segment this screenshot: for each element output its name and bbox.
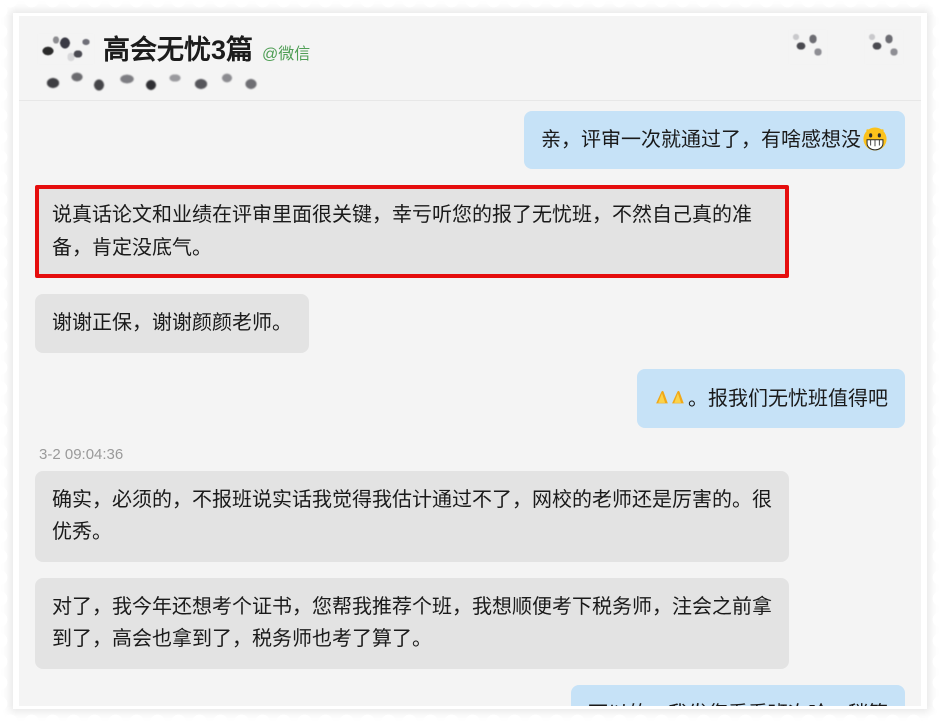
message-row: 对了，我今年还想考个证书，您帮我推荐个班，我想顺便考下税务师，注会之前拿到了，高… (35, 577, 905, 669)
message-row: 说真话论文和业绩在评审里面很关键，幸亏听您的报了无忧班，不然自己真的准备，肯定没… (35, 185, 905, 279)
blurred-icon-left[interactable] (789, 30, 827, 64)
message-list: 亲，评审一次就通过了，有啥感想没 说真话论文和业绩在评审里面很关键，幸亏听您的报… (19, 101, 921, 706)
message-timestamp: 3-2 09:04:36 (39, 445, 124, 463)
message-bubble-highlighted[interactable]: 说真话论文和业绩在评审里面很关键，幸亏听您的报了无忧班，不然自己真的准备，肯定没… (35, 185, 789, 279)
message-bubble-outgoing[interactable]: 可以的，我发您看看班次哈，稍等 (571, 684, 905, 706)
message-text: 亲，评审一次就通过了，有啥感想没 (541, 129, 861, 151)
message-bubble-outgoing[interactable]: 亲，评审一次就通过了，有啥感想没 (524, 111, 905, 170)
message-bubble-outgoing[interactable]: 。报我们无忧班值得吧 (637, 368, 905, 428)
stamp-edge-left (0, 0, 15, 722)
message-text: 对了，我今年还想考个证书，您帮我推荐个班，我想顺便考下税务师，注会之前拿到了，高… (52, 595, 772, 651)
message-text: 谢谢正保，谢谢颜颜老师。 (52, 312, 292, 335)
redacted-subtitle (41, 71, 271, 93)
blurred-icon-right[interactable] (865, 30, 903, 64)
stamp-edge-right (925, 0, 940, 722)
message-row: 。报我们无忧班值得吧 (35, 368, 905, 428)
folded-hands-emoji (654, 382, 688, 412)
stamp-frame: 高会无忧3篇 @微信 亲，评审一次就通过了，有啥感想没 说真话论文和业绩在评审里… (0, 0, 940, 722)
message-text: 。报我们无忧班值得吧 (688, 387, 888, 410)
chat-header: 高会无忧3篇 @微信 (19, 16, 921, 101)
stamp-edge-bottom (0, 707, 940, 722)
account-handle: @微信 (262, 46, 311, 63)
message-row: 谢谢正保，谢谢颜颜老师。 (35, 294, 905, 353)
page-title: 高会无忧3篇 (103, 35, 254, 65)
message-bubble-incoming[interactable]: 对了，我今年还想考个证书，您帮我推荐个班，我想顺便考下税务师，注会之前拿到了，高… (35, 577, 789, 669)
chat-card: 高会无忧3篇 @微信 亲，评审一次就通过了，有啥感想没 说真话论文和业绩在评审里… (19, 16, 921, 706)
message-text: 确实，必须的，不报班说实话我觉得我估计通过不了，网校的老师还是厉害的。很优秀。 (52, 488, 772, 544)
grinning-face-emoji (862, 126, 888, 152)
message-text: 可以的，我发您看看班次哈，稍等 (588, 703, 888, 706)
header-icon-group (789, 30, 903, 64)
message-row: 可以的，我发您看看班次哈，稍等 (35, 684, 905, 706)
redacted-sticker-icon (38, 34, 94, 64)
message-row: 确实，必须的，不报班说实话我觉得我估计通过不了，网校的老师还是厉害的。很优秀。 (35, 470, 905, 562)
title-row: 高会无忧3篇 @微信 (38, 28, 310, 67)
message-bubble-incoming[interactable]: 确实，必须的，不报班说实话我觉得我估计通过不了，网校的老师还是厉害的。很优秀。 (35, 470, 789, 562)
stamp-edge-top (0, 0, 940, 15)
message-bubble-incoming[interactable]: 谢谢正保，谢谢颜颜老师。 (35, 294, 309, 353)
message-text: 说真话论文和业绩在评审里面很关键，幸亏听您的报了无忧班，不然自己真的准备，肯定没… (52, 204, 752, 259)
message-row: 亲，评审一次就通过了，有啥感想没 (35, 111, 905, 170)
